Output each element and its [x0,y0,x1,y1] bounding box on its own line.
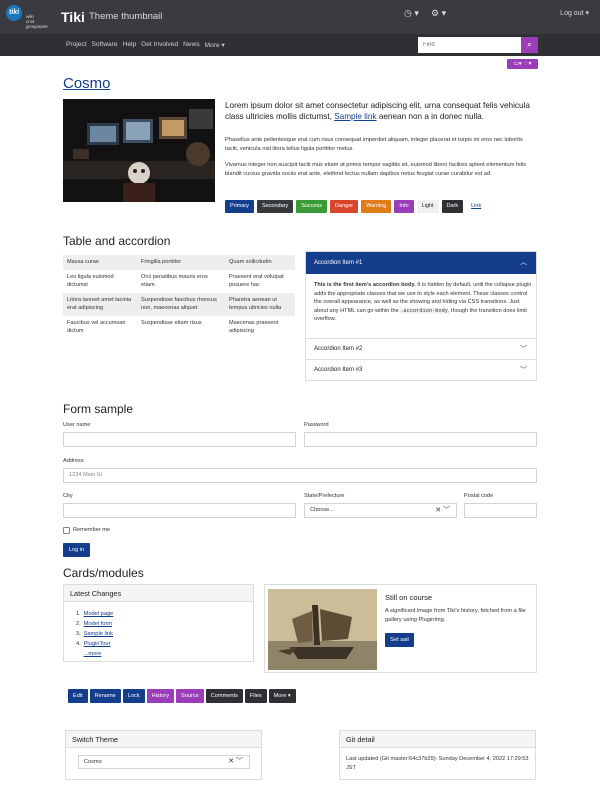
accordion-item-2-header[interactable]: Accordion Item #2 ﹀ [306,338,536,360]
button-samples: Primary Secondary Success Danger Warning… [225,200,487,213]
username-label: User name [63,422,91,428]
section-heading-cards: Cards/modules [63,566,144,580]
sample-link[interactable]: Sample link [334,112,376,121]
logout-link[interactable]: Log out ▾ [560,9,589,17]
card-title: Still on course [385,593,433,602]
hero-image [63,99,215,202]
success-button[interactable]: Success [296,200,328,213]
chevron-down-icon: ﹀ [520,367,527,374]
city-field[interactable] [63,503,296,518]
light-button[interactable]: Light [416,200,439,213]
lock-button[interactable]: Lock [122,689,145,703]
chevron-up-icon: ︿ [520,259,527,266]
comments-button[interactable]: Comments [205,689,243,703]
postal-field[interactable] [464,503,537,518]
switch-theme-module: Switch Theme Cosmo ✕ ﹀ [65,730,262,780]
warning-button[interactable]: Warning [361,200,392,213]
clear-and-chevron-icon[interactable]: ✕ ﹀ [435,504,450,517]
page-actions: Edit Rename Lock History Source Comments… [68,689,296,703]
list-item: 4. PluginTour [76,641,111,647]
info-button[interactable]: Info [394,200,414,213]
site-title[interactable]: Tiki [61,9,85,25]
table-row: Leo ligula euismod dictumst Orci penatib… [67,273,284,289]
nav-news[interactable]: News [183,41,200,49]
top-bar: tiki wiki cms groupware Tiki Theme thumb… [0,0,600,34]
accordion-item-1-header[interactable]: Accordion Item #1 ︿ [306,252,536,274]
table-row: Litora laoreet amet lacinia erat adipisc… [63,292,295,316]
page-subtitle: Theme thumbnail [89,11,163,22]
source-button[interactable]: Source [176,689,204,703]
search-box: ⌕ [418,37,538,53]
list-item: ...more [76,649,113,659]
table-row: Massa curae Fringilla porttitor Quam sol… [63,255,295,270]
accordion-item-3-header[interactable]: Accordion Item #3 ﹀ [306,359,536,381]
primary-button[interactable]: Primary [225,200,254,213]
city-label: City [63,493,73,499]
nav-project[interactable]: Project [66,41,87,49]
sample-table: Massa curae Fringilla porttitor Quam sol… [63,255,295,339]
switch-theme-title: Switch Theme [66,731,261,748]
password-label: Password [304,422,329,428]
secondary-button[interactable]: Secondary [256,200,294,213]
list-item: 3. Sample link [76,631,113,637]
nav-more[interactable]: More ▾ [205,41,225,49]
clock-icon[interactable]: ◷ ▾ [404,8,419,19]
files-button[interactable]: Files [244,689,267,703]
section-heading-table: Table and accordion [63,234,171,248]
link-button[interactable]: Link [466,200,487,213]
feature-card: Still on course A significant image from… [264,584,537,673]
ship-image [268,589,377,670]
remember-checkbox[interactable] [63,527,70,534]
page-title[interactable]: Cosmo [63,75,111,92]
card-text: A significant image from Tiki's history,… [385,608,526,623]
password-field[interactable] [304,432,537,447]
danger-button[interactable]: Danger [330,200,359,213]
dark-button[interactable]: Dark [441,200,464,213]
git-detail-module: Git detail Last updated (Git master:64c3… [339,730,536,780]
history-button[interactable]: History [146,689,175,703]
section-heading-form: Form sample [63,402,134,416]
accordion-item-1-body: This is the first item's accordion body.… [314,282,532,323]
paragraph-1: Phasellus ante pellentesque erat cum ris… [225,137,523,152]
git-detail-text: Last updated (Git master:64c37b29): Sund… [346,756,529,771]
logo-subtext: wiki cms groupware [26,14,48,29]
theme-select[interactable]: Cosmo ✕ ﹀ [78,755,250,769]
nav-software[interactable]: Software [92,41,118,49]
clear-and-chevron-icon[interactable]: ✕ ﹀ [228,756,243,768]
settings-icon[interactable]: ⚙ ▾ [431,8,446,19]
search-input[interactable] [418,37,521,53]
list-item: 1. Model page [76,611,114,617]
git-detail-title: Git detail [340,731,535,748]
paragraph-2: Vivamus integer non suscipit taciti mus … [225,162,527,177]
edit-tools-button[interactable]: ▭▾ ⋮▾ [507,59,538,69]
set-sail-button[interactable]: Set sail [385,633,414,647]
remember-label: Remember me [73,527,110,533]
table-row: Faucibus vel accumsan dictum Suspendisse… [67,319,279,335]
address-label: Address [63,458,84,464]
username-field[interactable] [63,432,296,447]
search-icon[interactable]: ⌕ [521,37,538,53]
nav-help[interactable]: Help [123,41,137,49]
lead-paragraph: Lorem ipsum dolor sit amet consectetur a… [225,101,530,121]
state-label: State/Prefecture [304,493,345,499]
address-field[interactable]: 1234 Main St [63,468,537,483]
more-button[interactable]: More ▾ [268,689,296,703]
rename-button[interactable]: Rename [89,689,121,703]
logo-mark: tiki [6,5,22,21]
login-button[interactable]: Log in [63,543,90,557]
nav-get-involved[interactable]: Get Involved [141,41,178,49]
postal-label: Postal code [464,493,494,499]
latest-changes-module: Latest Changes 1. Model page 2. Model fo… [63,584,254,662]
list-item: 2. Model form [76,621,113,627]
more-link[interactable]: ...more [84,651,102,657]
chevron-down-icon: ﹀ [520,346,527,353]
state-select[interactable]: Choose... ✕ ﹀ [304,503,457,518]
changes-list: 1. Model page 2. Model form 3. Sample li… [76,609,113,659]
module-title: Latest Changes [64,585,253,602]
edit-button[interactable]: Edit [68,689,88,703]
accordion: Accordion Item #1 ︿ This is the first it… [305,251,537,381]
